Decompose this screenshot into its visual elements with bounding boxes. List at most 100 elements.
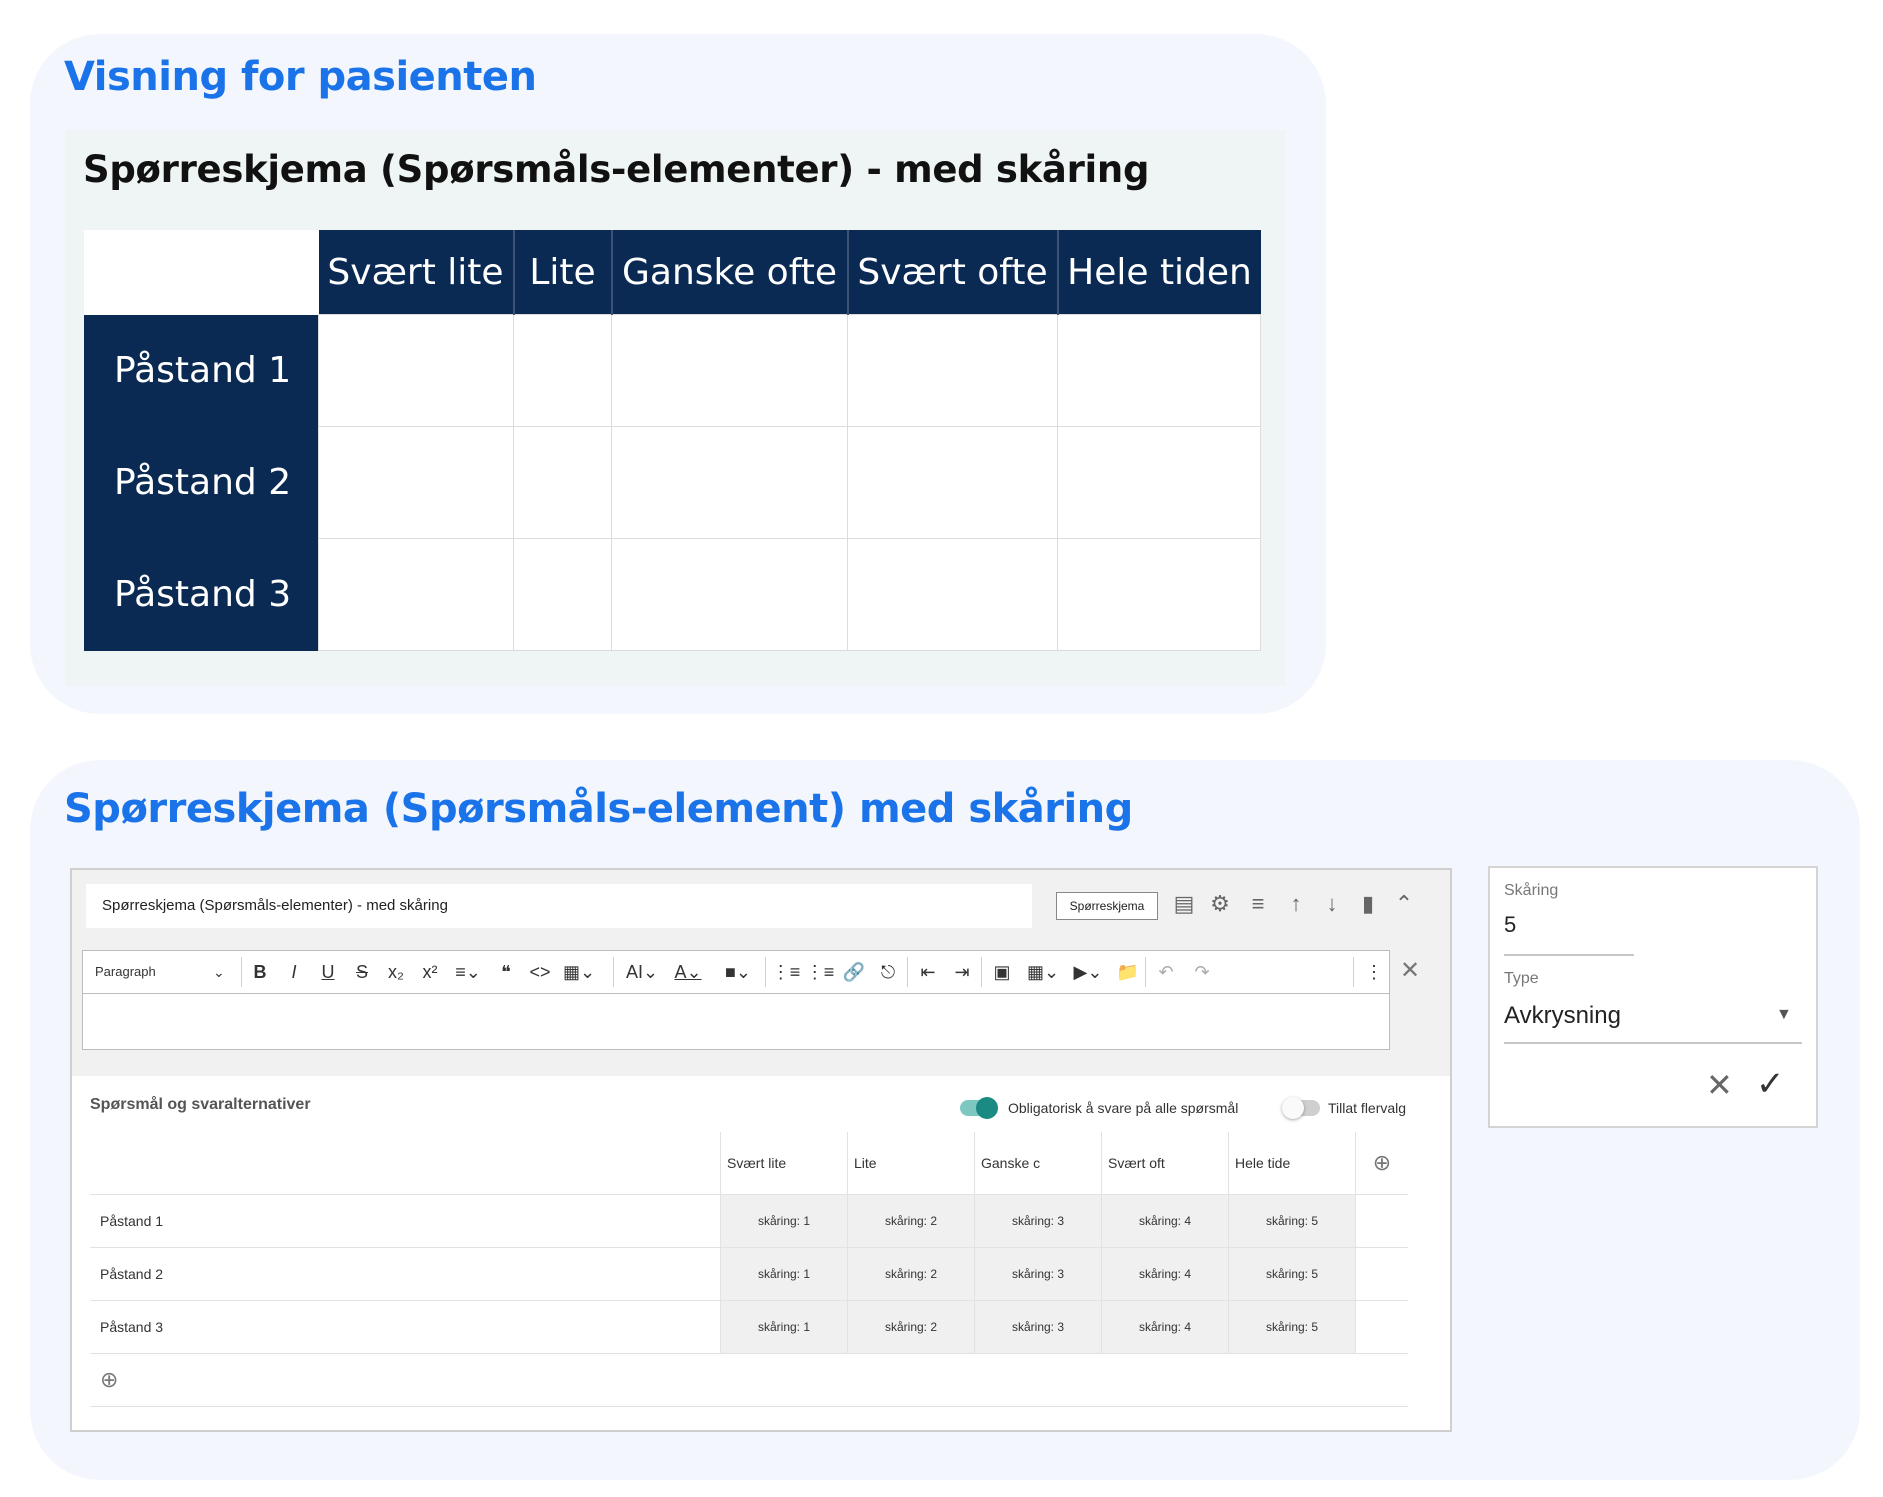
answer-cell[interactable] [513,314,612,427]
answer-cell[interactable] [318,538,514,651]
trash-icon[interactable]: ▮ [1354,888,1382,920]
questions-label: Spørsmål og svaralternativer [90,1096,311,1113]
score-cell[interactable]: skåring: 4 [1101,1300,1229,1354]
answer-cell[interactable] [1057,426,1261,539]
code-icon[interactable]: <> [525,951,555,993]
bullet-list-icon[interactable]: ⋮≡ [771,951,801,993]
answer-cell[interactable] [318,314,514,427]
chevron-up-icon[interactable]: ⌃ [1390,888,1418,920]
score-cell[interactable]: skåring: 1 [720,1300,848,1354]
score-cell[interactable]: skåring: 3 [974,1247,1102,1301]
dropdown-arrow-icon[interactable]: ▼ [1776,1006,1792,1024]
score-cell[interactable]: skåring: 4 [1101,1247,1229,1301]
score-cell[interactable]: skåring: 1 [720,1194,848,1248]
column-header: Hele tiden [1057,230,1261,315]
answer-cell[interactable] [513,538,612,651]
font-size-icon[interactable]: AI⌄ [623,951,661,993]
image-icon[interactable]: ▣ [987,951,1017,993]
answer-cell[interactable] [318,426,514,539]
outdent-icon[interactable]: ⇤ [913,951,943,993]
answer-column-header[interactable]: Hele tide [1228,1132,1356,1195]
answer-cell[interactable] [847,314,1058,427]
column-header: Lite [513,230,613,315]
answer-column-header[interactable]: Svært oft [1101,1132,1229,1195]
answer-column-header[interactable]: Ganske c [974,1132,1102,1195]
answer-cell[interactable] [1057,314,1261,427]
element-title-input[interactable]: Spørreskjema (Spørsmåls-elementer) - med… [86,884,1032,928]
scoring-panel: Skåring 5 Type Avkrysning ▼ ✕ ✓ [1488,866,1818,1128]
statement-label[interactable]: Påstand 3 [90,1300,721,1354]
unlink-icon[interactable]: ⎋ [873,951,903,993]
score-cell[interactable]: skåring: 5 [1228,1300,1356,1354]
file-icon[interactable]: 📁 [1113,951,1143,993]
indent-icon[interactable]: ⇥ [947,951,977,993]
score-cell[interactable]: skåring: 2 [847,1194,975,1248]
score-input[interactable]: 5 [1504,912,1516,938]
score-cell[interactable]: skåring: 1 [720,1247,848,1301]
element-type-badge[interactable]: Spørreskjema [1056,892,1158,920]
required-toggle-label: Obligatorisk å svare på alle spørsmål [1008,1100,1239,1116]
score-cell[interactable]: skåring: 5 [1228,1247,1356,1301]
undo-icon[interactable]: ↶ [1151,951,1181,993]
answer-column-header[interactable]: Lite [847,1132,975,1195]
answer-cell[interactable] [611,426,848,539]
rich-text-editor[interactable] [82,994,1390,1050]
answer-cell[interactable] [611,538,848,651]
numbered-list-icon[interactable]: ⋮≡ [805,951,835,993]
score-cell[interactable]: skåring: 2 [847,1247,975,1301]
close-icon[interactable]: ✕ [1400,956,1420,985]
toolbar-divider [1353,957,1354,987]
answer-cell[interactable] [611,314,848,427]
required-toggle[interactable] [960,1097,998,1119]
strikethrough-icon[interactable]: S [347,951,377,993]
answer-cell[interactable] [847,426,1058,539]
subscript-icon[interactable]: x₂ [381,951,411,993]
score-cell[interactable]: skåring: 2 [847,1300,975,1354]
paragraph-select[interactable]: Paragraph [95,951,156,993]
answer-cell[interactable] [847,538,1058,651]
chevron-down-icon[interactable]: ⌄ [213,951,225,993]
statement-label[interactable]: Påstand 1 [90,1194,721,1248]
superscript-icon[interactable]: x² [415,951,445,993]
media-icon[interactable]: ▶⌄ [1073,951,1103,993]
gear-icon[interactable]: ⚙ [1206,888,1234,920]
type-select[interactable]: Avkrysning [1504,1002,1621,1030]
add-row-icon[interactable]: ⊕ [90,1353,721,1407]
multi-select-label: Tillat flervalg [1328,1100,1407,1116]
score-cell[interactable]: skåring: 3 [974,1300,1102,1354]
table-corner [90,1132,721,1195]
score-label: Skåring [1504,882,1559,899]
statement-label[interactable]: Påstand 2 [90,1247,721,1301]
highlight-icon[interactable]: ■⌄ [723,951,753,993]
more-icon[interactable]: ⋮ [1359,951,1389,993]
blockquote-icon[interactable]: ❝ [491,951,521,993]
underline-icon[interactable]: U [313,951,343,993]
link-icon[interactable]: 🔗 [839,951,869,993]
toolbar-divider [765,957,766,987]
table-icon[interactable]: ▦⌄ [1027,951,1059,993]
source-icon[interactable]: ▦⌄ [563,951,595,993]
align-icon[interactable]: ≡⌄ [453,951,483,993]
arrow-down-icon[interactable]: ↓ [1318,888,1346,920]
questions-table: Svært lite Lite Ganske c Svært oft Hele … [90,1132,1408,1407]
cancel-icon[interactable]: ✕ [1706,1066,1733,1104]
font-color-icon[interactable]: A⌄ [673,951,703,993]
answer-cell[interactable] [513,426,612,539]
comment-icon[interactable]: ▤ [1170,888,1198,920]
score-cell[interactable]: skåring: 4 [1101,1194,1229,1248]
checklist-icon[interactable]: ≡ [1244,888,1272,920]
italic-icon[interactable]: I [279,951,309,993]
toolbar-divider [907,957,908,987]
score-input-underline [1504,954,1634,956]
redo-icon[interactable]: ↷ [1187,951,1217,993]
arrow-up-icon[interactable]: ↑ [1282,888,1310,920]
editor-view-title: Spørreskjema (Spørsmåls-element) med skå… [64,786,1133,832]
answer-cell[interactable] [1057,538,1261,651]
bold-icon[interactable]: B [245,951,275,993]
score-cell[interactable]: skåring: 5 [1228,1194,1356,1248]
score-cell[interactable]: skåring: 3 [974,1194,1102,1248]
multi-select-toggle[interactable] [1282,1097,1320,1119]
add-column-icon[interactable]: ⊕ [1355,1132,1408,1195]
answer-column-header[interactable]: Svært lite [720,1132,848,1195]
confirm-check-icon[interactable]: ✓ [1756,1064,1785,1104]
